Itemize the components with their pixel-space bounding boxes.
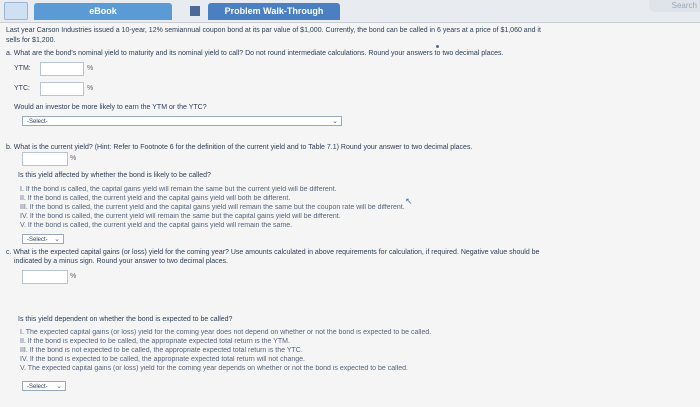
problem-page: eBook Problem Walk-Through Search Last y… (0, 0, 700, 407)
part-c-question-line-1: c. What is the expected capital gains (o… (6, 249, 540, 256)
part-c-option-4: IV. If the bond is expected to be called… (20, 356, 305, 363)
search-button[interactable]: Search (649, 0, 700, 12)
current-yield-input[interactable] (22, 152, 68, 166)
decorative-dot (436, 45, 439, 48)
ytc-label: YTC: (14, 85, 30, 92)
ytm-input[interactable] (40, 62, 84, 76)
document-icon (190, 6, 200, 16)
part-c-question-line-2: indicated by a minus sign. Round your an… (14, 258, 228, 265)
part-c-option-5: V. The expected capital gains (or loss) … (20, 365, 408, 372)
investor-question: Would an investor be more likely to earn… (14, 104, 207, 111)
part-b-option-2: II. If the bond is called, the current y… (20, 195, 291, 202)
part-c-option-3: III. If the bond is not expected to be c… (20, 347, 303, 354)
ytc-unit: % (87, 85, 94, 92)
current-yield-unit: % (70, 155, 77, 162)
ytc-input[interactable] (40, 82, 84, 96)
part-b-select-value: -Select- (27, 237, 48, 243)
part-c-option-2: II. If the bond is expected to be called… (20, 338, 290, 345)
part-b-option-3: III. If the bond is called, the current … (20, 204, 405, 211)
ytm-unit: % (87, 65, 94, 72)
part-b-option-5: V. If the bond is called, the current yi… (20, 222, 293, 229)
chevron-down-icon: ⌄ (332, 118, 338, 125)
part-a-question: a. What are the bond's nominal yield to … (6, 50, 504, 57)
part-c-select[interactable]: -Select- ⌄ (22, 381, 66, 391)
part-c-dependent-question: Is this yield dependent on whether the b… (18, 316, 233, 323)
intro-line-1: Last year Carson Industries issued a 10-… (6, 27, 541, 34)
part-b-option-4: IV. If the bond is called, the current y… (20, 213, 341, 220)
tab-ebook[interactable]: eBook (34, 3, 172, 20)
capital-gains-unit: % (70, 273, 77, 280)
part-b-select[interactable]: -Select- ⌄ (22, 234, 64, 244)
tab-problem-walkthrough[interactable]: Problem Walk-Through (208, 3, 340, 20)
chevron-down-icon: ⌄ (54, 236, 60, 243)
part-b-option-1: I. If the bond is called, the capital ga… (20, 186, 337, 193)
chevron-down-icon: ⌄ (56, 383, 62, 390)
intro-line-2: sells for $1,200. (6, 37, 56, 44)
part-a-select[interactable]: -Select- ⌄ (22, 116, 342, 126)
part-a-select-value: -Select- (27, 119, 48, 125)
capital-gains-input[interactable] (22, 270, 68, 284)
part-c-select-value: -Select- (27, 384, 48, 390)
ytm-label: YTM: (14, 65, 31, 72)
mouse-cursor-icon: ↖ (405, 196, 413, 206)
part-b-question: b. What is the current yield? (Hint: Ref… (6, 144, 473, 151)
window-icon[interactable] (4, 2, 28, 20)
tab-bar: eBook Problem Walk-Through Search (0, 0, 700, 23)
part-c-option-1: I. The expected capital gains (or loss) … (20, 329, 432, 336)
part-b-affected-question: Is this yield affected by whether the bo… (18, 172, 211, 179)
